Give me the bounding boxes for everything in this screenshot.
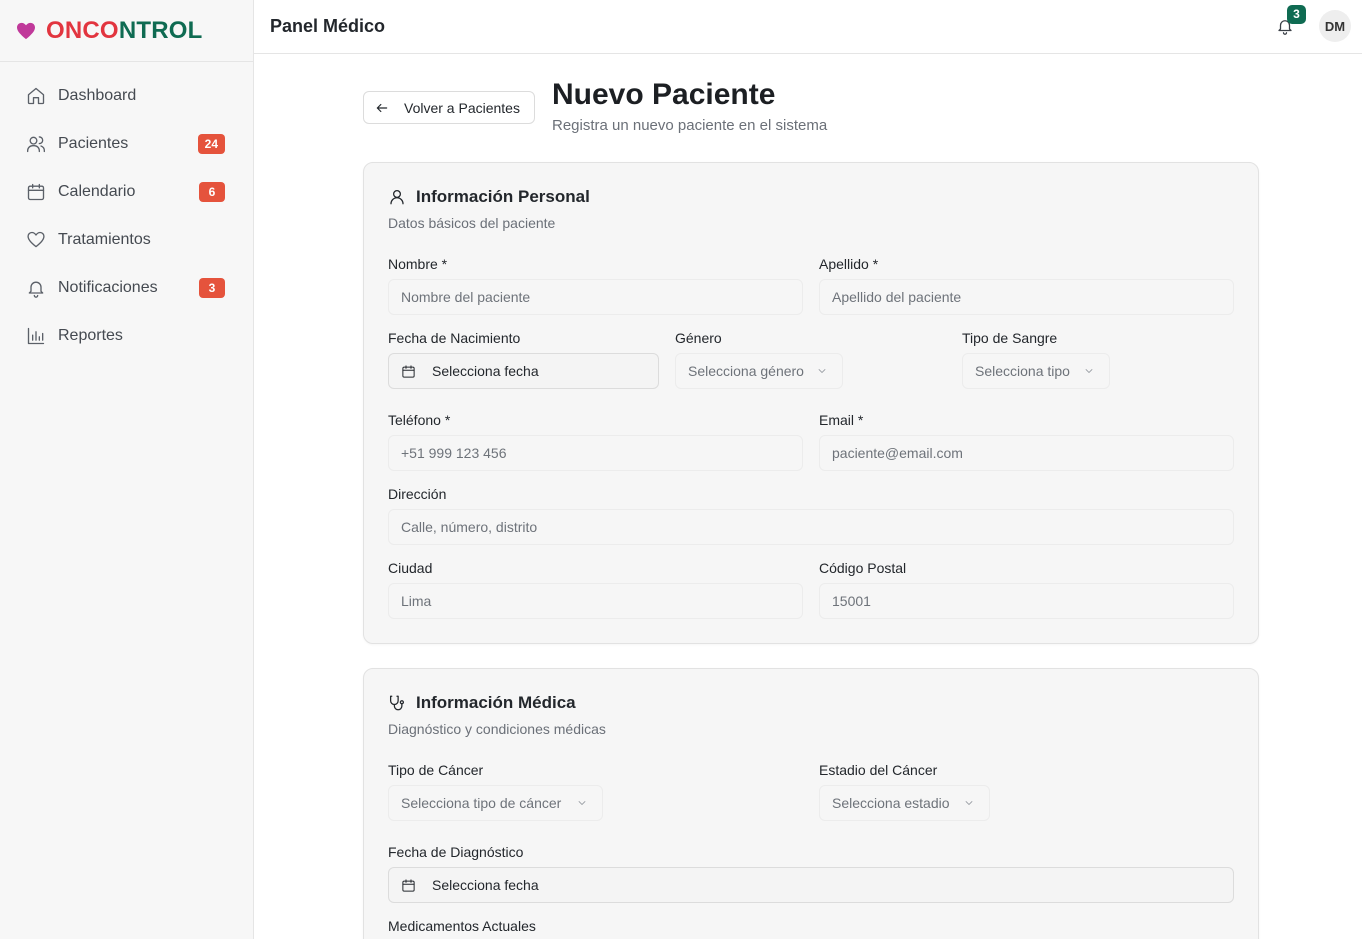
brand-name: ONCONTROL: [46, 17, 202, 45]
chevron-down-icon: [818, 369, 826, 373]
sidebar: ONCONTROL Dashboard Pacientes 24 Calenda…: [0, 0, 254, 939]
card-description: Diagnóstico y condiciones médicas: [388, 721, 606, 737]
back-to-patients-button[interactable]: Volver a Pacientes: [363, 91, 535, 124]
brand-name-part1: ONCO: [46, 16, 119, 44]
heart-logo-icon: [17, 22, 35, 39]
calendar-icon: [26, 182, 46, 202]
notification-count-badge: 3: [1287, 5, 1306, 24]
telefono-input[interactable]: +51 999 123 456: [388, 435, 803, 471]
count-badge: 24: [197, 134, 225, 154]
card-description: Datos básicos del paciente: [388, 215, 556, 231]
heart-icon: [26, 230, 46, 250]
ciudad-placeholder: Lima: [401, 593, 432, 609]
bell-icon: [26, 278, 46, 298]
email-field[interactable]: paciente@email.com: [819, 435, 1234, 471]
ciudad-input[interactable]: Lima: [388, 583, 803, 619]
back-button-label: Volver a Pacientes: [404, 99, 520, 116]
count-badge: 3: [199, 278, 225, 298]
chevron-down-icon: [578, 801, 586, 805]
nacimiento-label: Fecha de Nacimiento: [388, 330, 521, 346]
estadio-label: Estadio del Cáncer: [819, 762, 938, 778]
diagnostico-label: Fecha de Diagnóstico: [388, 844, 524, 860]
medicamentos-label: Medicamentos Actuales: [388, 918, 536, 934]
apellido-placeholder: Apellido del paciente: [832, 289, 962, 305]
sangre-label: Tipo de Sangre: [962, 330, 1058, 346]
nombre-input[interactable]: Nombre del paciente: [388, 279, 803, 315]
telefono-placeholder: +51 999 123 456: [401, 445, 507, 461]
sidebar-item-pacientes[interactable]: Pacientes 24: [0, 120, 253, 168]
ciudad-label: Ciudad: [388, 560, 433, 576]
arrow-left-icon: [376, 103, 388, 112]
sidebar-item-label: Tratamientos: [58, 231, 151, 248]
medical-info-card: Información Médica Diagnóstico y condici…: [363, 668, 1259, 939]
brand-name-part2: NTROL: [118, 16, 203, 44]
chevron-down-icon: [965, 801, 973, 805]
sidebar-item-reportes[interactable]: Reportes: [0, 312, 253, 360]
genero-label: Género: [675, 330, 722, 346]
bar-chart-icon: [26, 326, 46, 346]
nombre-label: Nombre *: [388, 256, 448, 272]
card-title: Información Médica: [416, 693, 576, 712]
tipo-cancer-label: Tipo de Cáncer: [388, 762, 484, 778]
cancer-type-value: Selecciona tipo de cáncer: [401, 795, 562, 811]
avatar[interactable]: DM: [1319, 10, 1351, 42]
gender-select[interactable]: Selecciona género: [675, 353, 843, 389]
postal-placeholder: 15001: [832, 593, 871, 609]
user-icon: [390, 189, 404, 205]
postal-input[interactable]: 15001: [819, 583, 1234, 619]
cancer-type-select[interactable]: Selecciona tipo de cáncer: [388, 785, 603, 821]
calendar-icon: [402, 364, 415, 378]
sidebar-item-notificaciones[interactable]: Notificaciones 3: [0, 264, 253, 312]
personal-info-card: Información Personal Datos básicos del p…: [363, 162, 1259, 644]
sidebar-item-calendario[interactable]: Calendario 6: [0, 168, 253, 216]
nombre-placeholder: Nombre del paciente: [401, 289, 531, 305]
sidebar-item-label: Calendario: [58, 183, 136, 200]
sidebar-item-label: Notificaciones: [58, 279, 158, 296]
page-subtitle: Registra un nuevo paciente en el sistema: [552, 117, 828, 134]
email-placeholder: paciente@email.com: [832, 445, 963, 461]
cancer-stage-value: Selecciona estadio: [832, 795, 950, 811]
diagnosis-date-value: Selecciona fecha: [432, 877, 539, 893]
page-title: Nuevo Paciente: [552, 78, 776, 111]
home-icon: [26, 86, 46, 106]
users-icon: [26, 134, 46, 154]
sidebar-item-dashboard[interactable]: Dashboard: [0, 72, 253, 120]
header-title: Panel Médico: [270, 16, 386, 36]
direccion-label: Dirección: [388, 486, 447, 502]
personal-info-header: Información Personal: [388, 187, 590, 207]
blood-type-value: Selecciona tipo: [975, 363, 1070, 379]
medical-info-header: Información Médica: [388, 693, 576, 713]
sidebar-item-label: Dashboard: [58, 87, 137, 104]
gender-value: Selecciona género: [688, 363, 804, 379]
birthdate-value: Selecciona fecha: [432, 363, 539, 379]
sidebar-item-tratamientos[interactable]: Tratamientos: [0, 216, 253, 264]
brand-logo[interactable]: ONCONTROL: [0, 0, 253, 62]
sidebar-item-label: Reportes: [58, 327, 123, 344]
birthdate-picker[interactable]: Selecciona fecha: [388, 353, 659, 389]
direccion-input[interactable]: Calle, número, distrito: [388, 509, 1234, 545]
stethoscope-icon: [389, 695, 405, 711]
postal-label: Código Postal: [819, 560, 907, 576]
direccion-placeholder: Calle, número, distrito: [401, 519, 538, 535]
top-header: Panel Médico 3 DM: [254, 0, 1362, 54]
count-badge: 6: [199, 182, 225, 202]
email-label: Email *: [819, 412, 864, 428]
calendar-icon: [402, 878, 415, 892]
chevron-down-icon: [1085, 369, 1093, 373]
sidebar-nav: Dashboard Pacientes 24 Calendario 6 Trat…: [0, 62, 253, 360]
blood-type-select[interactable]: Selecciona tipo: [962, 353, 1110, 389]
cancer-stage-select[interactable]: Selecciona estadio: [819, 785, 990, 821]
apellido-label: Apellido *: [819, 256, 879, 272]
diagnosis-date-picker[interactable]: Selecciona fecha: [388, 867, 1234, 903]
apellido-input[interactable]: Apellido del paciente: [819, 279, 1234, 315]
sidebar-item-label: Pacientes: [58, 135, 129, 152]
telefono-label: Teléfono *: [388, 412, 451, 428]
card-title: Información Personal: [416, 187, 590, 206]
